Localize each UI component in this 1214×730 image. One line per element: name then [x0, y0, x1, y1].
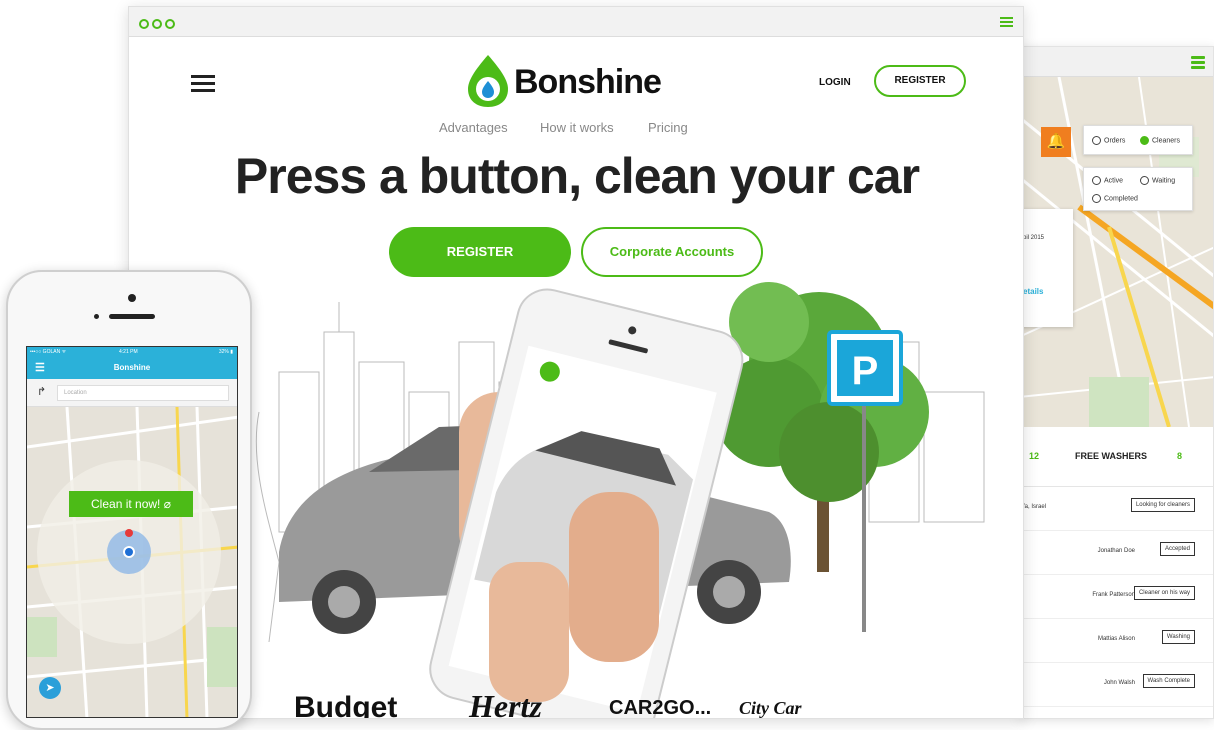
- order-row[interactable]: Frank PattersonCleaner on his way: [1019, 575, 1213, 619]
- filter-completed[interactable]: Completed: [1092, 194, 1138, 203]
- partner-car2go-logo: CAR2GO...: [609, 697, 711, 719]
- partner-budget-logo: Budget: [294, 691, 397, 719]
- partner-citycar-logo: City Car: [739, 698, 803, 718]
- clean-it-now-button[interactable]: Clean it now! ⌀: [69, 491, 193, 517]
- dashboard-menu-icon[interactable]: [1191, 56, 1205, 71]
- order-date: pil 2015: [1023, 235, 1045, 241]
- order-customer-name: Frank Patterson: [1092, 592, 1135, 598]
- leaf-icon: ⌀: [163, 497, 171, 511]
- hamburger-menu-icon[interactable]: [191, 75, 215, 96]
- phone-screen: •••○○ GOLAN ᯤ 4:21 PM 32% ▮ ☰ Bonshine ↱…: [26, 346, 238, 718]
- stat-count: 12: [1029, 451, 1040, 461]
- my-location-icon[interactable]: ➤: [39, 677, 61, 699]
- hero-headline: Press a button, clean your car: [234, 148, 920, 204]
- filter-completed-label: Completed: [1104, 195, 1138, 203]
- app-title: Bonshine: [113, 363, 151, 372]
- browser-titlebar: [129, 7, 1023, 37]
- order-status-badge: Wash Complete: [1142, 674, 1195, 688]
- location-bar: ↱ Location: [27, 379, 237, 407]
- nav-how-it-works[interactable]: How it works: [540, 120, 614, 135]
- notifications-bell-icon[interactable]: 🔔: [1041, 127, 1071, 157]
- order-info-card: pil 2015 etails: [1019, 209, 1073, 327]
- filter-orders-label: Orders: [1104, 137, 1126, 145]
- mobile-phone-mockup: •••○○ GOLAN ᯤ 4:21 PM 32% ▮ ☰ Bonshine ↱…: [6, 270, 252, 730]
- order-status-badge: Accepted: [1159, 542, 1195, 556]
- order-status-badge: Cleaner on his way: [1133, 586, 1195, 600]
- nav-advantages[interactable]: Advantages: [439, 120, 508, 135]
- main-browser-window: Bonshine LOGIN REGISTER Advantages How i…: [128, 6, 1024, 719]
- order-status-badge: Washing: [1161, 630, 1195, 644]
- view-filter-panel: Orders Cleaners: [1083, 125, 1193, 155]
- order-customer-name: John Walsh: [1103, 680, 1135, 686]
- clean-it-now-label: Clean it now!: [91, 497, 161, 511]
- filter-active-label: Active: [1104, 177, 1124, 185]
- status-time: 4:21 PM: [119, 349, 138, 355]
- phone-map[interactable]: [27, 407, 238, 718]
- filter-waiting[interactable]: Waiting: [1140, 176, 1175, 185]
- dashboard-titlebar: [1019, 47, 1213, 77]
- status-battery: 32% ▮: [218, 349, 233, 355]
- dashboard-window: 🔔 Orders Cleaners Active Waiting Complet…: [1018, 46, 1214, 719]
- filter-cleaners-label: Cleaners: [1152, 137, 1181, 145]
- filter-active[interactable]: Active: [1092, 176, 1123, 185]
- status-carrier: •••○○ GOLAN ᯤ: [30, 349, 67, 355]
- order-row[interactable]: fa, Israel Looking for cleaners: [1019, 487, 1213, 531]
- app-header: ☰ Bonshine: [27, 357, 237, 379]
- location-input[interactable]: Location: [57, 385, 229, 401]
- order-row[interactable]: Frank PattersonCleaner on his way: [1019, 707, 1213, 718]
- phone-speaker: [109, 314, 155, 319]
- partner-hertz-logo: Hertz: [468, 688, 542, 719]
- order-row[interactable]: Jonathan Doe Accepted: [1019, 531, 1213, 575]
- directions-icon[interactable]: ↱: [37, 385, 46, 398]
- register-header-button[interactable]: REGISTER: [874, 65, 966, 97]
- phone-camera: [128, 294, 136, 302]
- browser-menu-icon[interactable]: [1000, 17, 1013, 29]
- free-washers-label: FREE WASHERS: [1075, 451, 1148, 461]
- order-customer-name: fa, Israel: [1023, 504, 1047, 510]
- dashboard-map[interactable]: 🔔 Orders Cleaners Active Waiting Complet…: [1019, 77, 1213, 427]
- parking-sign-letter: P: [852, 349, 879, 393]
- nav-pricing[interactable]: Pricing: [648, 120, 688, 135]
- order-row[interactable]: John Walsh Wash Complete: [1019, 663, 1213, 707]
- order-status-badge: Looking for cleaners: [1130, 498, 1195, 512]
- free-washers-count: 8: [1177, 451, 1183, 461]
- login-link[interactable]: LOGIN: [819, 77, 851, 88]
- filter-orders[interactable]: Orders: [1092, 136, 1125, 145]
- order-customer-name: Jonathan Doe: [1097, 548, 1135, 554]
- filter-cleaners[interactable]: Cleaners: [1140, 136, 1180, 145]
- bonshine-logo-icon: [468, 55, 508, 107]
- phone-status-bar: •••○○ GOLAN ᯤ 4:21 PM 32% ▮: [27, 347, 237, 357]
- brand-name: Bonshine: [514, 63, 662, 101]
- phone-sensor: [94, 314, 99, 319]
- hero-illustration: P Budget Hertz CAR2GO... City Car: [255, 282, 985, 719]
- filter-waiting-label: Waiting: [1152, 177, 1176, 185]
- stats-bar: 12 FREE WASHERS 8: [1019, 427, 1213, 487]
- status-filter-panel: Active Waiting Completed: [1083, 167, 1193, 211]
- hand-held-phone: [429, 288, 744, 718]
- order-customer-name: Mattias Alison: [1097, 636, 1135, 642]
- order-row[interactable]: Mattias Alison Washing: [1019, 619, 1213, 663]
- order-details-link[interactable]: etails: [1023, 287, 1043, 296]
- app-menu-icon[interactable]: ☰: [35, 357, 45, 379]
- window-controls[interactable]: [139, 16, 178, 34]
